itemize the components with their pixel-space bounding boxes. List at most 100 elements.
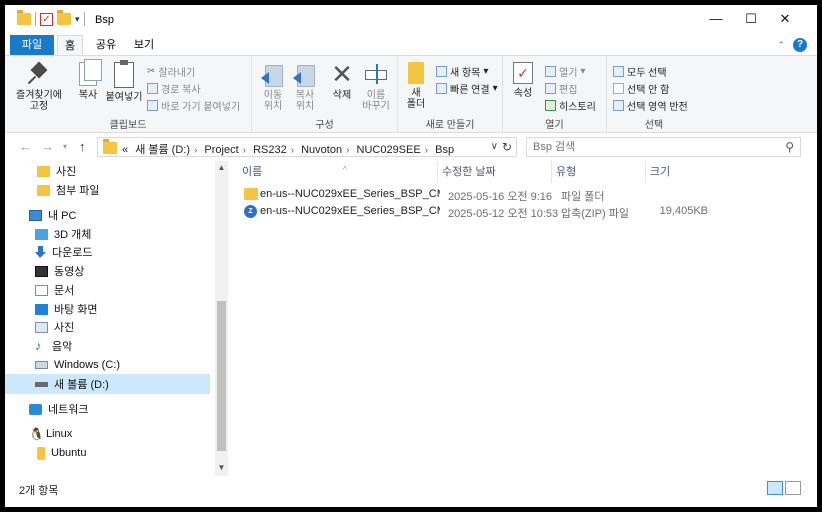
breadcrumb-bsp[interactable]: Bsp <box>435 144 454 156</box>
search-box[interactable]: ⚲ <box>526 137 801 157</box>
customize-dropdown-icon[interactable]: ▾ <box>75 14 80 25</box>
paste-shortcut-icon <box>147 99 158 111</box>
large-icons-view-icon[interactable] <box>785 481 801 495</box>
nav-item-label: 음악 <box>52 341 73 353</box>
help-icon[interactable]: ? <box>793 38 807 52</box>
forward-arrow-icon[interactable]: → <box>41 139 54 154</box>
new-folder-button[interactable]: 새 폴더 <box>404 62 428 110</box>
file-row[interactable]: en-us--NUC029xEE_Series_BSP_CMSIS_... 20… <box>236 186 756 203</box>
select-all-button[interactable]: 모두 선택 <box>613 64 667 79</box>
scroll-up-icon[interactable]: ▲ <box>215 163 228 172</box>
breadcrumb-overflow[interactable]: « <box>122 144 128 156</box>
drive-icon <box>35 361 48 369</box>
select-group: 모두 선택 선택 안 함 선택 영역 반전 선택 <box>607 56 701 134</box>
download-icon <box>35 246 46 258</box>
column-header-name[interactable]: ^ 이름 <box>242 161 438 183</box>
copy-path-label: 경로 복사 <box>161 84 201 96</box>
nav-item-label: Ubuntu <box>51 447 87 459</box>
new-item-label: 새 항목 <box>450 67 481 79</box>
copy-path-button[interactable]: 경로 복사 <box>147 81 201 96</box>
pin-icon <box>28 62 50 86</box>
open-button[interactable]: 열기 ▾ <box>545 64 585 79</box>
paste-button[interactable]: 붙여넣기 <box>105 60 143 103</box>
tab-share[interactable]: 공유 <box>91 35 121 55</box>
nav-item-videos[interactable]: 동영상 <box>5 261 210 281</box>
address-bar[interactable]: « 새 볼륨 (D:) › Project › RS232 › Nuvoton › NU… <box>97 137 517 157</box>
rename-button[interactable]: 이름 바꾸기 <box>358 62 394 112</box>
address-folder-icon <box>103 139 117 154</box>
copy-to-button[interactable]: 복사 위치 <box>290 62 320 112</box>
edit-button[interactable]: 편집 <box>545 81 578 96</box>
nav-item-pictures-pinned[interactable]: 사진 <box>5 161 210 181</box>
address-dropdown-icon[interactable]: ∨ <box>491 141 498 152</box>
nav-item-desktop[interactable]: 바탕 화면 <box>5 299 210 319</box>
breadcrumb-nuc029see[interactable]: NUC029SEE <box>357 144 421 156</box>
nav-item-music[interactable]: ♪ 음악 <box>5 336 210 356</box>
up-arrow-icon[interactable]: ↑ <box>79 139 86 154</box>
breadcrumb-project[interactable]: Project <box>204 144 238 156</box>
tab-home[interactable]: 홈 <box>57 35 83 55</box>
new-folder-quick-icon[interactable] <box>57 10 71 25</box>
nav-item-this-pc[interactable]: 내 PC <box>5 205 210 225</box>
folder-icon <box>17 10 31 25</box>
column-header-date[interactable]: 수정한 날짜 <box>442 161 552 183</box>
nav-item-drive-c[interactable]: Windows (C:) <box>5 355 210 375</box>
breadcrumb-drive-d[interactable]: 새 볼륨 (D:) <box>135 144 190 156</box>
maximize-button[interactable]: ☐ <box>736 11 766 29</box>
recent-locations-icon[interactable]: ▾ <box>63 142 67 151</box>
move-to-button[interactable]: 이동 위치 <box>258 62 288 112</box>
sort-ascending-icon: ^ <box>343 165 347 174</box>
file-name: en-us--NUC029xEE_Series_BSP_CMSIS_... <box>260 205 440 217</box>
select-none-label: 선택 안 함 <box>627 84 670 96</box>
nav-item-network[interactable]: 네트워크 <box>5 399 210 419</box>
easy-access-button[interactable]: 빠른 연결 ▾ <box>436 81 498 96</box>
nav-item-linux[interactable]: 🐧 Linux <box>5 424 210 444</box>
folder-icon <box>37 184 50 196</box>
back-arrow-icon[interactable]: ← <box>19 139 32 154</box>
invert-selection-button[interactable]: 선택 영역 반전 <box>613 98 688 113</box>
history-button[interactable]: 히스토리 <box>545 98 596 113</box>
nav-item-3d-objects[interactable]: 3D 개체 <box>5 224 210 244</box>
nav-item-attachments[interactable]: 첨부 파일 <box>5 180 210 200</box>
delete-button[interactable]: ✕ 삭제 <box>328 61 356 101</box>
file-row[interactable]: Z en-us--NUC029xEE_Series_BSP_CMSIS_... … <box>236 203 756 220</box>
organize-group: 이동 위치 복사 위치 ✕ 삭제 이름 바꾸기 구성 <box>252 56 398 134</box>
edit-label: 편집 <box>559 84 578 96</box>
minimize-button[interactable]: — <box>701 11 731 29</box>
nav-scrollbar[interactable]: ▲ ▼ <box>215 161 228 476</box>
details-view-icon[interactable] <box>767 481 783 495</box>
nav-item-ubuntu[interactable]: Ubuntu <box>5 443 210 463</box>
pin-quick-access-button[interactable]: 즐겨찾기에 고정 <box>13 62 65 112</box>
refresh-icon[interactable]: ↻ <box>502 140 512 154</box>
nav-item-drive-d[interactable]: 새 볼륨 (D:) <box>5 374 210 394</box>
scroll-down-icon[interactable]: ▼ <box>215 463 228 472</box>
properties-button[interactable]: ✓ 속성 <box>509 62 537 99</box>
nav-item-label: 새 볼륨 (D:) <box>54 379 109 391</box>
nav-item-downloads[interactable]: 다운로드 <box>5 242 210 262</box>
folder-icon <box>244 188 258 200</box>
video-icon <box>35 265 48 277</box>
breadcrumb-nuvoton[interactable]: Nuvoton <box>301 144 342 156</box>
collapse-ribbon-icon[interactable]: ⌃ <box>777 40 785 51</box>
select-none-button[interactable]: 선택 안 함 <box>613 81 670 96</box>
select-all-label: 모두 선택 <box>627 67 667 79</box>
search-input[interactable] <box>533 140 773 154</box>
copy-button[interactable]: 복사 <box>73 59 103 101</box>
new-item-button[interactable]: 새 항목 ▾ <box>436 64 488 79</box>
nav-item-documents[interactable]: 문서 <box>5 280 210 300</box>
new-folder-icon <box>408 62 424 84</box>
nav-item-label: Windows (C:) <box>54 359 121 371</box>
close-button[interactable]: ✕ <box>770 11 800 29</box>
properties-quick-icon[interactable]: ✓ <box>40 12 53 26</box>
tab-file[interactable]: 파일 <box>10 35 54 55</box>
cut-button[interactable]: ✂ 잘라내기 <box>147 64 195 79</box>
title-bar: ✓ ▾ Bsp — ☐ ✕ <box>5 5 817 35</box>
nav-item-pictures[interactable]: 사진 <box>5 317 210 337</box>
breadcrumb-rs232[interactable]: RS232 <box>253 144 287 156</box>
column-header-size[interactable]: 크기 <box>650 161 710 183</box>
paste-shortcut-button[interactable]: 바로 가기 붙여넣기 <box>147 98 240 113</box>
column-header-type[interactable]: 유형 <box>556 161 646 183</box>
tab-view[interactable]: 보기 <box>129 35 159 55</box>
properties-icon: ✓ <box>513 62 533 84</box>
scroll-thumb[interactable] <box>217 301 226 451</box>
